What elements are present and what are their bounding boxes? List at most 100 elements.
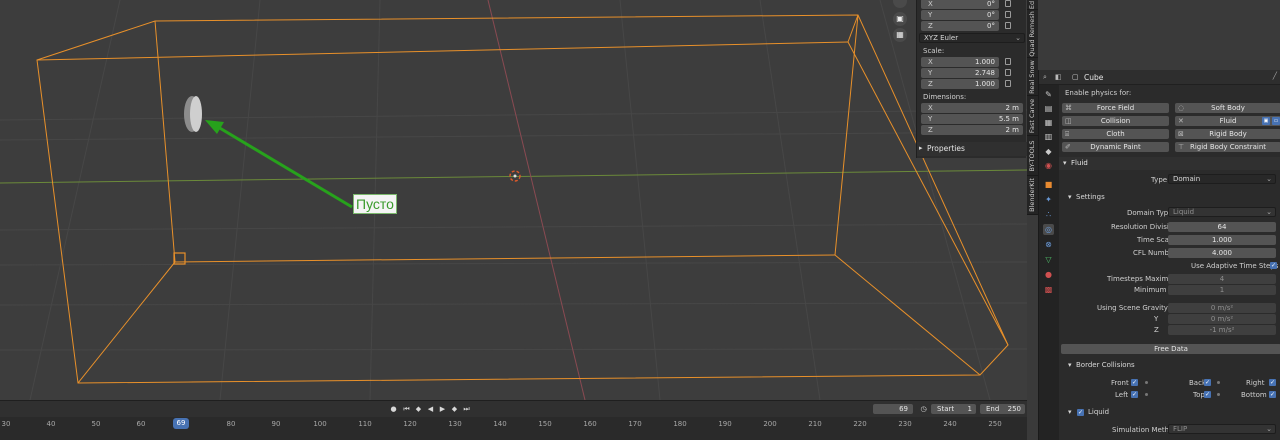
dimension-y-field[interactable]: Y 5.5 m [921,114,1023,124]
timeline-editor: ● ⏮ ◆ ◀ ▶ ◆ ⏭ 69 ◷ Start 1 End 250 30 40… [0,400,1027,440]
lock-icon[interactable] [1005,22,1011,29]
start-label: Start [937,405,955,413]
front-checkbox[interactable]: ✓ [1131,379,1138,386]
rotation-z-field[interactable]: Z 0° [921,21,999,31]
rigid-body-constraint-button[interactable]: ⊤ Rigid Body Constraint [1175,142,1280,152]
render-icon[interactable]: ▤ [1043,103,1054,114]
keyframe-dot-icon[interactable] [1145,393,1148,396]
free-data-button[interactable]: Free Data [1061,344,1280,354]
border-collisions-subpanel-header[interactable]: ▾ Border Collisions [1065,359,1280,372]
bottom-checkbox[interactable]: ✓ [1269,391,1276,398]
back-checkbox[interactable]: ✓ [1204,379,1211,386]
rotation-y-field[interactable]: Y 0° [921,10,999,20]
fluid-panel-header[interactable]: ▾ Fluid [1059,157,1280,170]
editor-type-icon[interactable]: ⌕ [1043,73,1047,82]
tab-by-tools[interactable]: BY-TOOLS [1027,136,1038,176]
cylinder-object[interactable] [184,96,202,132]
lock-icon[interactable] [1005,11,1011,18]
left-checkbox[interactable]: ✓ [1131,391,1138,398]
keyframe-dot-icon[interactable] [1217,393,1220,396]
properties-subpanel-header[interactable]: ▸ Properties [917,142,1027,156]
start-frame-field[interactable]: Start 1 [931,404,976,414]
dynamic-paint-button[interactable]: ✐ Dynamic Paint [1062,142,1169,152]
time-scale-field[interactable]: 1.000 [1168,235,1276,245]
view-layer-icon[interactable]: ▥ [1043,131,1054,142]
lock-icon[interactable] [1005,69,1011,76]
tab-quad-remesh[interactable]: Quad Remesh [1027,10,1038,58]
texture-icon[interactable]: ▩ [1043,284,1054,295]
liquid-subpanel-header[interactable]: ▾ ✓ Liquid [1065,406,1280,419]
camera-view-icon[interactable]: ▣ [893,12,907,26]
rigid-body-button[interactable]: ⊠ Rigid Body [1175,129,1280,139]
tab-fast-carve[interactable]: Fast Carve [1027,96,1038,136]
lock-icon[interactable] [1005,0,1011,7]
play-button[interactable]: ▶ [437,404,448,414]
scale-y-field[interactable]: Y 2.748 [921,68,999,78]
adaptive-time-steps-checkbox[interactable]: ✓ [1270,262,1277,269]
next-keyframe-button[interactable]: ◆ [449,404,460,414]
scale-z-field[interactable]: Z 1.000 [921,79,999,89]
modifier-wrench-icon[interactable]: ✦ [1043,194,1054,205]
material-icon[interactable]: ● [1043,269,1054,280]
simulation-method-select[interactable]: FLIP ⌄ [1168,424,1276,434]
timesteps-maximum-field[interactable]: 4 [1168,274,1276,284]
rotation-mode-select[interactable]: XYZ Euler ⌄ [919,33,1025,43]
current-frame-field[interactable]: 69 [873,404,913,414]
settings-subpanel-header[interactable]: ▾ Settings [1065,191,1280,204]
adaptive-time-steps-label: Use Adaptive Time Steps [1191,262,1279,270]
end-frame-field[interactable]: End 250 [980,404,1025,414]
3d-viewport[interactable]: Пусто ▣ ▦ X 0° Y 0° Z 0° XYZ Euler ⌄ Scale: … [0,0,1027,400]
camera-icon[interactable]: ▣ [1262,117,1270,125]
scene-icon[interactable]: ◆ [1043,146,1054,157]
keyframe-dot-icon[interactable] [1217,381,1220,384]
collision-button[interactable]: ◫ Collision [1062,116,1169,126]
tab-edit[interactable]: Ed [1027,0,1038,10]
cfl-number-field[interactable]: 4.000 [1168,248,1276,258]
soft-body-button[interactable]: ◌ Soft Body [1175,103,1280,113]
scale-x-field[interactable]: X 1.000 [921,57,999,67]
tool-icon[interactable]: ✎ [1043,89,1054,100]
close-icon[interactable]: ╱ [1273,72,1277,80]
fluid-type-select[interactable]: Domain ⌄ [1168,174,1276,184]
tab-real-snow[interactable]: Real Snow [1027,58,1038,96]
jump-end-button[interactable]: ⏭ [461,404,472,414]
physics-icon[interactable]: ◎ [1043,224,1054,235]
mesh-data-icon[interactable]: ▽ [1043,254,1054,265]
object-icon[interactable]: ■ [1043,179,1054,190]
lock-icon[interactable] [1005,80,1011,87]
world-icon[interactable]: ◉ [1043,160,1054,171]
constraints-icon[interactable]: ⊗ [1043,239,1054,250]
jump-start-button[interactable]: ⏮ [401,404,412,414]
timesteps-minimum-field[interactable]: 1 [1168,285,1276,295]
cloth-button[interactable]: ⌸ Cloth [1062,129,1169,139]
fluid-button[interactable]: ✕ Fluid ▣ ▭ [1175,116,1280,126]
record-button[interactable]: ● [388,404,399,414]
tab-blenderkit[interactable]: BlenderKit [1027,176,1038,215]
prev-keyframe-button[interactable]: ◆ [413,404,424,414]
right-checkbox[interactable]: ✓ [1269,379,1276,386]
playhead[interactable]: 69 [173,418,189,429]
gravity-y-field[interactable]: 0 m/s² [1168,314,1276,324]
screen-icon[interactable]: ▭ [1272,117,1280,125]
rotation-x-field[interactable]: X 0° [921,0,999,9]
ortho-grid-icon[interactable]: ▦ [893,28,907,42]
keyframe-dot-icon[interactable] [1145,381,1148,384]
play-reverse-button[interactable]: ◀ [425,404,436,414]
dimension-x-field[interactable]: X 2 m [921,103,1023,113]
domain-cube-wireframe[interactable] [36,14,1009,384]
domain-type-select[interactable]: Liquid ⌄ [1168,207,1276,217]
stopwatch-icon[interactable]: ◷ [918,404,929,414]
pin-icon[interactable]: ◧ [1055,73,1062,81]
top-checkbox[interactable]: ✓ [1204,391,1211,398]
output-icon[interactable]: ▦ [1043,117,1054,128]
gravity-z-field[interactable]: -1 m/s² [1168,325,1276,335]
dimension-z-field[interactable]: Z 2 m [921,125,1023,135]
particles-icon[interactable]: ∴ [1043,209,1054,220]
resolution-field[interactable]: 64 [1168,222,1276,232]
force-field-button[interactable]: ⌘ Force Field [1062,103,1169,113]
end-value: 250 [1007,405,1021,413]
gravity-x-field[interactable]: 0 m/s² [1168,303,1276,313]
lock-icon[interactable] [1005,58,1011,65]
liquid-enable-checkbox[interactable]: ✓ [1077,409,1084,416]
frame-ruler[interactable]: 30 40 50 60 69 80 90 100 110 120 130 140… [0,417,1027,440]
